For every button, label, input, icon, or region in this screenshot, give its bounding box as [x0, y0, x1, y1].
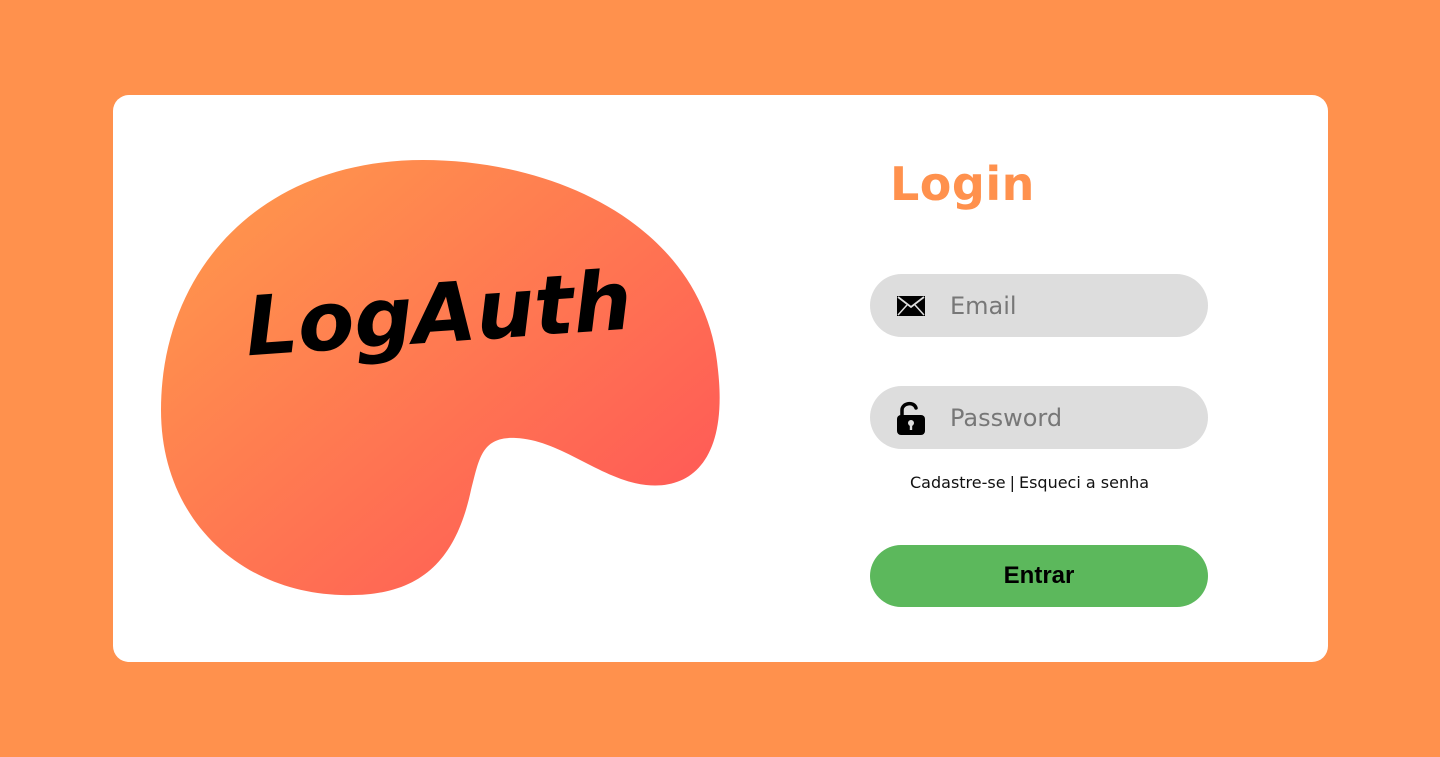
signup-link[interactable]: Cadastre-se [910, 473, 1006, 492]
unlocked-padlock-icon [894, 401, 928, 435]
email-input[interactable] [950, 291, 1190, 320]
password-field[interactable] [870, 386, 1208, 449]
submit-button[interactable]: Entrar [870, 545, 1208, 607]
password-input[interactable] [950, 403, 1190, 432]
auth-links: Cadastre-se | Esqueci a senha [910, 473, 1149, 492]
brand-blob: LogAuth [161, 160, 721, 598]
envelope-icon [894, 289, 928, 323]
login-card: LogAuth Login Cadastre-se|Esqueci a senh… [113, 95, 1328, 662]
email-field[interactable] [870, 274, 1208, 337]
page-title: Login [890, 157, 1035, 211]
brand-blob-shape: LogAuth [161, 160, 720, 596]
links-separator: | [1009, 473, 1015, 492]
blob-path [161, 160, 720, 596]
forgot-password-link[interactable]: Esqueci a senha [1019, 473, 1149, 492]
